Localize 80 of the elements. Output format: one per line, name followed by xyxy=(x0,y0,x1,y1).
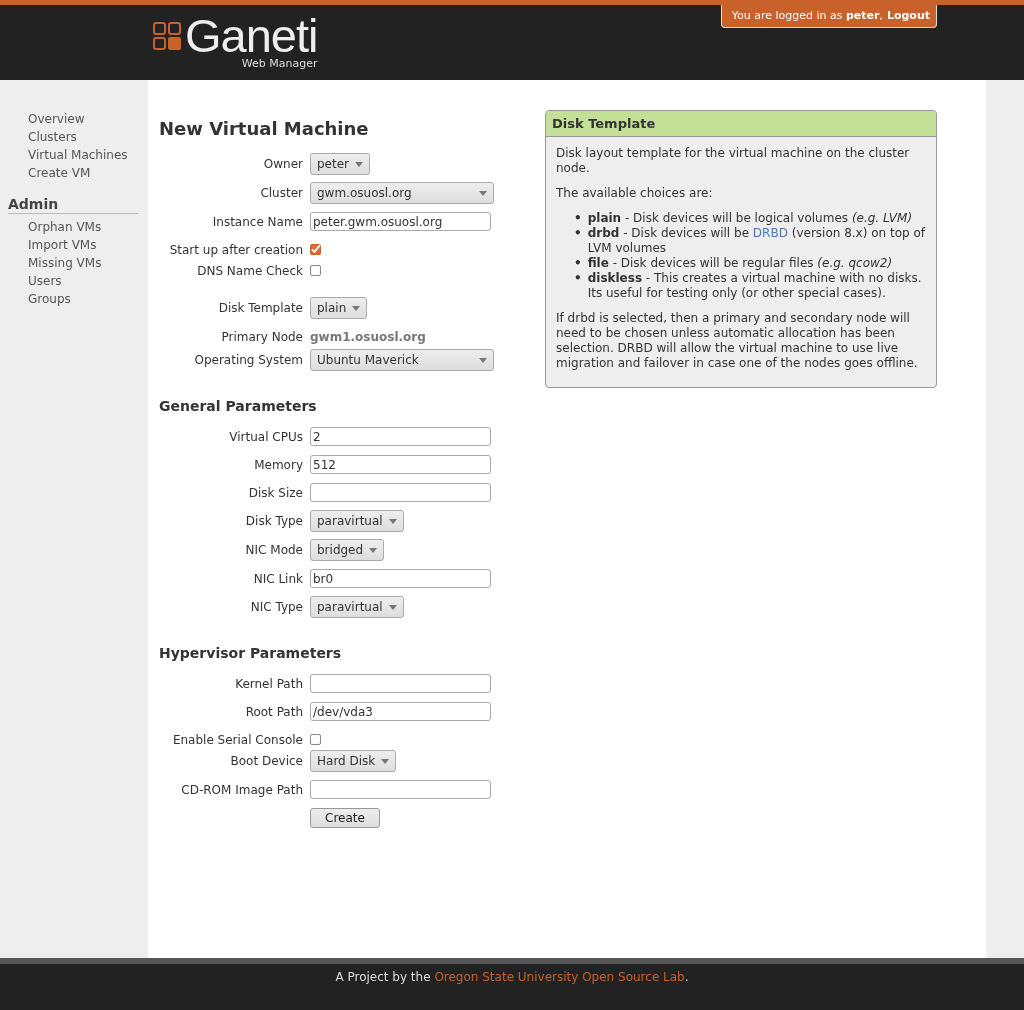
bullet: • xyxy=(574,211,582,226)
nav-link[interactable]: Import VMs xyxy=(28,236,97,254)
logo-icon xyxy=(153,22,181,50)
caret-icon xyxy=(479,357,487,363)
footer-link[interactable]: Oregon State University Open Source Lab xyxy=(434,970,685,984)
list-item: file - Disk devices will be regular files (e.g. qcow2) xyxy=(587,256,893,271)
field-label: Operating System xyxy=(193,353,303,367)
section-heading: General Parameters xyxy=(159,398,318,414)
input-field[interactable]: peter.gwm.osuosl.org xyxy=(310,212,491,231)
drbd-link[interactable]: DRBD xyxy=(752,226,788,240)
bullet: • xyxy=(574,226,582,241)
caret-icon xyxy=(479,190,487,196)
bullet: • xyxy=(574,271,582,286)
bullet: • xyxy=(574,256,582,271)
help-text: If drbd is selected, then a primary and secondary node will need to be chosen unless automatic allocation has been selection. DRBD will allow the virtual machine to use live migration and failover in case one of the nodes goes offline. xyxy=(556,311,919,371)
nav-link[interactable]: Missing VMs xyxy=(28,254,102,272)
caret-icon xyxy=(381,758,390,764)
field-label: Cluster xyxy=(259,186,303,200)
nav-link[interactable]: Create VM xyxy=(28,164,91,182)
dropdown[interactable]: gwm.osuosl.org xyxy=(310,182,494,204)
field-label: Memory xyxy=(253,457,303,472)
checkbox[interactable] xyxy=(310,734,321,745)
field-label: Virtual CPUs xyxy=(228,429,303,444)
input-field[interactable]: 512 xyxy=(310,455,491,474)
input-field[interactable] xyxy=(310,780,491,799)
caret-icon xyxy=(352,305,361,311)
nav-link[interactable]: Groups xyxy=(28,290,71,308)
input-field[interactable]: br0 xyxy=(310,569,491,588)
page-title: New Virtual Machine xyxy=(159,118,370,139)
dropdown[interactable]: peter xyxy=(310,153,371,175)
field-label: DNS Name Check xyxy=(196,263,303,278)
checkbox[interactable] xyxy=(310,244,321,255)
field-label: Boot Device xyxy=(229,754,303,768)
field-label: Owner xyxy=(262,157,303,171)
field-label: Instance Name xyxy=(211,214,303,229)
dropdown[interactable]: paravirtual xyxy=(310,510,404,532)
help-title: Disk Template xyxy=(546,111,936,137)
dropdown[interactable]: paravirtual xyxy=(310,596,404,618)
dropdown[interactable]: bridged xyxy=(310,539,385,561)
footer-text: A Project by the Oregon State University Open Source Lab. xyxy=(335,970,689,984)
checkbox[interactable] xyxy=(310,265,321,276)
list-item: diskless - This creates a virtual machine with no disks. Its useful for testing only (or other special cases). xyxy=(587,271,923,301)
list-item: plain - Disk devices will be logical volumes (e.g. LVM) xyxy=(587,211,913,226)
dropdown[interactable]: plain xyxy=(310,297,368,319)
field-label: Enable Serial Console xyxy=(171,732,303,747)
input-field[interactable] xyxy=(310,674,491,693)
login-text: You are logged in as peter, xyxy=(731,9,883,22)
field-label: Kernel Path xyxy=(234,676,303,691)
create-button[interactable]: Create xyxy=(310,807,380,828)
caret-icon xyxy=(369,547,378,553)
input-field[interactable] xyxy=(310,483,491,502)
field-label: Disk Template xyxy=(217,301,303,315)
nav-link[interactable]: Overview xyxy=(28,110,85,128)
field-label: NIC Type xyxy=(249,600,303,614)
field-label: NIC Link xyxy=(252,571,303,586)
dropdown[interactable]: Ubuntu Maverick xyxy=(310,349,494,371)
caret-icon xyxy=(388,604,397,610)
dropdown[interactable]: Hard Disk xyxy=(310,750,397,772)
field-label: Disk Size xyxy=(247,485,303,500)
field-label: NIC Mode xyxy=(244,543,303,557)
nav-link[interactable]: Orphan VMs xyxy=(28,218,102,236)
input-field[interactable]: /dev/vda3 xyxy=(310,702,491,721)
field-label: Start up after creation xyxy=(168,242,303,257)
help-text: Disk layout template for the virtual machine on the cluster node. xyxy=(556,146,911,176)
field-label: CD-ROM Image Path xyxy=(180,782,303,797)
nav-link[interactable]: Users xyxy=(28,272,62,290)
field-label: Disk Type xyxy=(244,514,303,528)
field-label: Root Path xyxy=(244,704,303,719)
logo-text: Ganeti xyxy=(185,15,318,57)
logo-subtitle: Web Manager xyxy=(241,57,318,71)
nav-link[interactable]: Virtual Machines xyxy=(28,146,128,164)
field-label: Primary Node xyxy=(220,329,303,344)
input-field[interactable]: 2 xyxy=(310,427,491,446)
sidebar-heading: Admin xyxy=(8,196,138,214)
logout-link[interactable]: Logout xyxy=(886,9,930,22)
caret-icon xyxy=(355,161,364,167)
section-heading: Hypervisor Parameters xyxy=(159,645,343,661)
help-text: The available choices are: xyxy=(556,186,714,201)
nav-link[interactable]: Clusters xyxy=(28,128,77,146)
caret-icon xyxy=(388,518,397,524)
